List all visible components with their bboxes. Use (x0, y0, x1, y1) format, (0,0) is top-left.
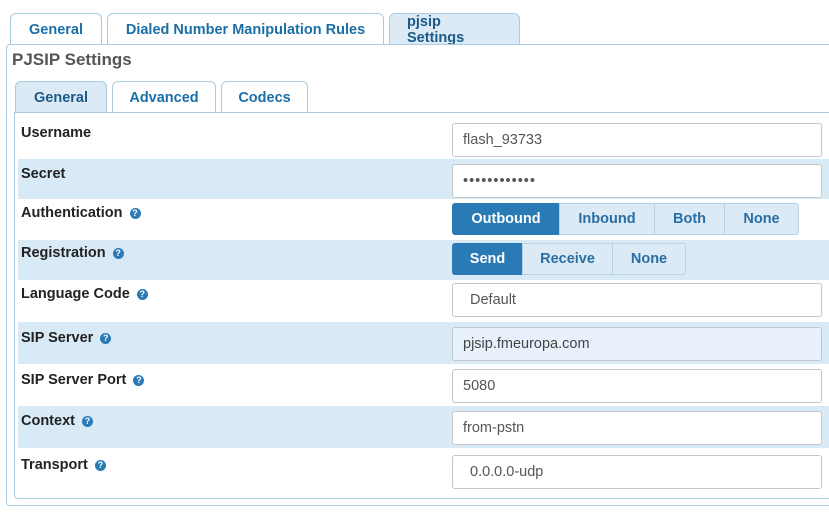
help-icon[interactable]: ? (81, 415, 93, 427)
subtab-advanced[interactable]: Advanced (112, 81, 216, 113)
help-icon[interactable]: ? (112, 247, 124, 259)
registration-row: Registration ? (18, 240, 829, 280)
secret-label: Secret (21, 166, 66, 182)
sip-server-input[interactable] (452, 327, 822, 361)
language-code-select[interactable]: Default (452, 283, 822, 317)
sip-server-port-label: SIP Server Port ? (21, 372, 145, 388)
authentication-inbound-button[interactable]: Inbound (559, 203, 655, 235)
secret-input[interactable]: •••••••••••• (452, 164, 822, 198)
sub-tab-bar: General Advanced Codecs (15, 81, 313, 114)
username-input[interactable] (452, 123, 822, 157)
context-label: Context ? (21, 413, 93, 429)
sip-server-port-input[interactable] (452, 369, 822, 403)
authentication-both-button[interactable]: Both (654, 203, 725, 235)
language-code-label: Language Code ? (21, 286, 148, 302)
help-icon[interactable]: ? (133, 374, 145, 386)
top-tab-bar: General Dialed Number Manipulation Rules… (10, 13, 525, 46)
registration-label: Registration ? (21, 245, 124, 261)
tab-pjsip-settings[interactable]: pjsip Settings (389, 13, 520, 46)
tab-dialed-number-manipulation-rules[interactable]: Dialed Number Manipulation Rules (107, 13, 384, 45)
registration-receive-button[interactable]: Receive (522, 243, 613, 275)
transport-select[interactable]: 0.0.0.0-udp (452, 455, 822, 489)
transport-label: Transport ? (21, 457, 106, 473)
context-input[interactable] (452, 411, 822, 445)
username-label: Username (21, 125, 92, 141)
help-icon[interactable]: ? (94, 459, 106, 471)
registration-send-button[interactable]: Send (452, 243, 523, 275)
registration-none-button[interactable]: None (612, 243, 686, 275)
help-icon[interactable]: ? (136, 288, 148, 300)
authentication-label: Authentication ? (21, 205, 141, 221)
sip-server-label: SIP Server ? (21, 330, 112, 346)
authentication-button-group: Outbound Inbound Both None (452, 203, 799, 235)
authentication-outbound-button[interactable]: Outbound (452, 203, 560, 235)
registration-button-group: Send Receive None (452, 243, 686, 275)
authentication-none-button[interactable]: None (724, 203, 799, 235)
subtab-general[interactable]: General (15, 81, 107, 114)
help-icon[interactable]: ? (100, 332, 112, 344)
subtab-codecs[interactable]: Codecs (221, 81, 308, 113)
help-icon[interactable]: ? (129, 207, 141, 219)
tab-general[interactable]: General (10, 13, 102, 45)
section-title: PJSIP Settings (12, 50, 132, 69)
